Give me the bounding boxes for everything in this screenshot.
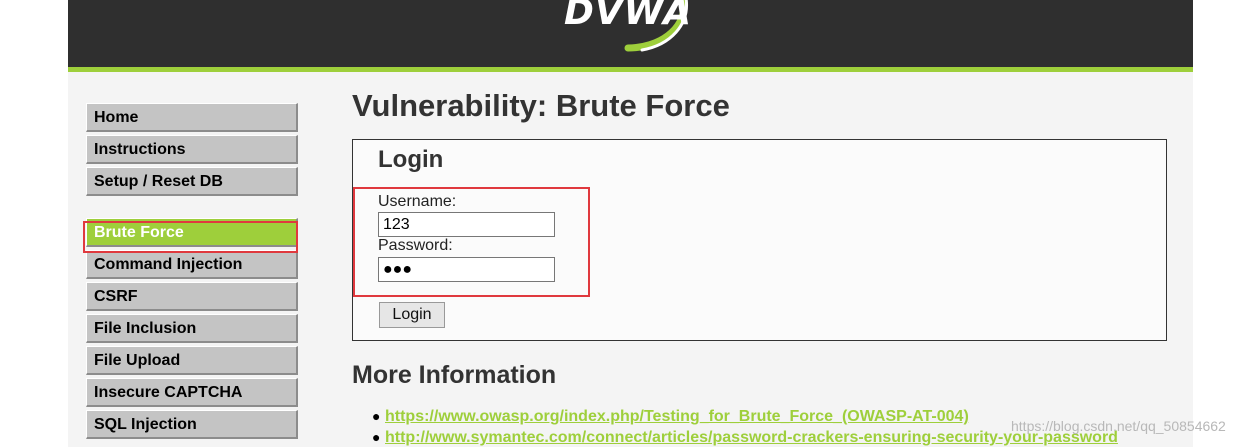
login-heading: Login: [378, 146, 444, 173]
username-input[interactable]: [378, 212, 555, 237]
menu-item-file-inclusion[interactable]: File Inclusion: [86, 314, 298, 343]
watermark: https://blog.csdn.net/qq_50854662: [1011, 418, 1226, 434]
menu-item-sql-injection[interactable]: SQL Injection: [86, 410, 298, 439]
more-information-links: ● https://www.owasp.org/index.php/Testin…: [372, 406, 1118, 447]
menu-item-csrf[interactable]: CSRF: [86, 282, 298, 311]
bullet-icon: ●: [372, 408, 381, 424]
logo-text: DVWA: [564, 0, 693, 33]
password-input[interactable]: [378, 257, 555, 282]
login-button[interactable]: Login: [379, 302, 445, 328]
dvwa-page: DVWA Home Instructions Setup / Reset DB …: [68, 0, 1193, 447]
menu-item-home[interactable]: Home: [86, 103, 298, 132]
bullet-icon: ●: [372, 429, 381, 445]
username-label: Username:: [378, 193, 457, 210]
menu-item-instructions[interactable]: Instructions: [86, 135, 298, 164]
symantec-link[interactable]: http://www.symantec.com/connect/articles…: [385, 429, 1118, 446]
menu-item-file-upload[interactable]: File Upload: [86, 346, 298, 375]
list-item: ● https://www.owasp.org/index.php/Testin…: [372, 406, 1118, 427]
menu-item-setup-reset-db[interactable]: Setup / Reset DB: [86, 167, 298, 196]
login-form-box: Login Username: Password: Login: [352, 139, 1167, 341]
more-information-heading: More Information: [352, 361, 557, 389]
menu-item-brute-force[interactable]: Brute Force: [86, 218, 298, 247]
password-label: Password:: [378, 237, 453, 254]
page-title: Vulnerability: Brute Force: [352, 88, 730, 123]
list-item: ● http://www.symantec.com/connect/articl…: [372, 427, 1118, 447]
header: DVWA: [68, 0, 1193, 67]
owasp-link[interactable]: https://www.owasp.org/index.php/Testing_…: [385, 408, 969, 425]
sidebar-menu: Home Instructions Setup / Reset DB Brute…: [86, 103, 298, 442]
header-accent-bar: [68, 67, 1193, 72]
dvwa-logo: DVWA: [558, 0, 698, 55]
menu-item-command-injection[interactable]: Command Injection: [86, 250, 298, 279]
menu-gap: [86, 199, 298, 218]
menu-item-insecure-captcha[interactable]: Insecure CAPTCHA: [86, 378, 298, 407]
